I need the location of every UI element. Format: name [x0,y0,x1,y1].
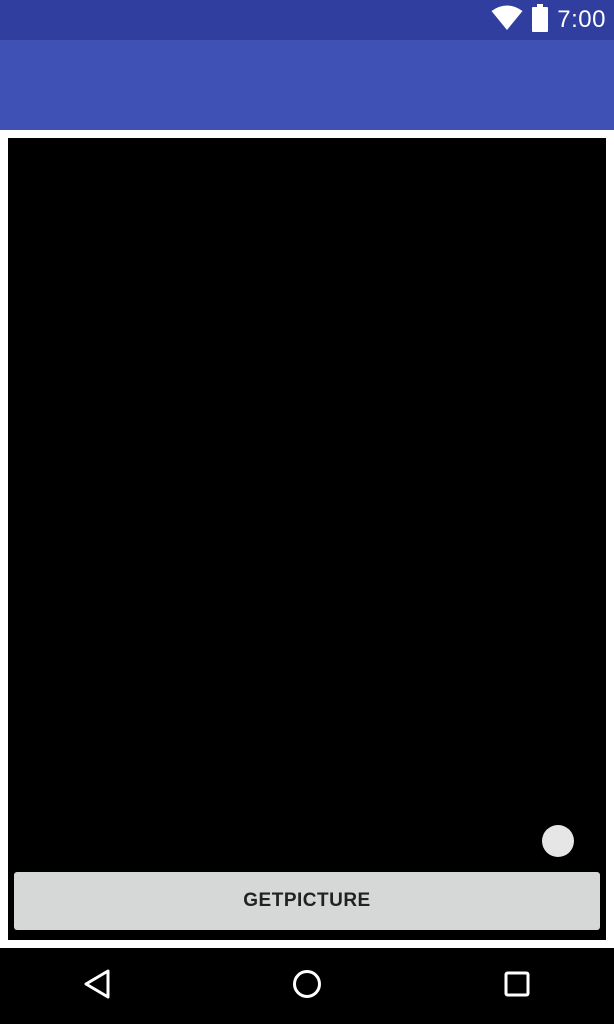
back-icon [82,968,112,1005]
home-icon [291,968,323,1005]
battery-icon [531,3,549,37]
content-area: GETPICTURE [0,130,614,948]
back-button[interactable] [52,948,142,1024]
recent-apps-icon [503,970,531,1003]
home-button[interactable] [262,948,352,1024]
status-bar: 7:00 [0,0,614,40]
touch-indicator [542,825,574,857]
camera-preview[interactable]: GETPICTURE [8,138,606,940]
app-bar [0,40,614,130]
status-time: 7:00 [557,6,606,33]
status-icons: 7:00 [491,0,606,40]
recent-apps-button[interactable] [472,948,562,1024]
navigation-bar [0,948,614,1024]
getpicture-button[interactable]: GETPICTURE [14,872,600,930]
wifi-icon [491,5,523,36]
